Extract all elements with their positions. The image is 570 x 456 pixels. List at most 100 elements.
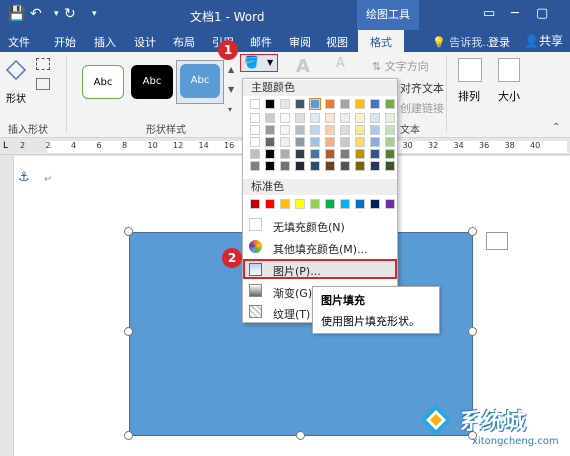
tab-layout[interactable]: 布局 [173,34,195,50]
maximize-icon[interactable]: ▢ [536,6,548,21]
resize-handle[interactable] [296,431,305,440]
tab-review[interactable]: 审阅 [289,34,311,50]
theme-color-swatch[interactable] [280,137,290,147]
theme-color-swatch[interactable] [385,113,395,123]
theme-color-swatch[interactable] [310,125,320,135]
theme-color-swatch[interactable] [325,113,335,123]
theme-color-swatch[interactable] [309,98,321,110]
theme-color-swatch[interactable] [310,113,320,123]
tab-design[interactable]: 设计 [134,34,156,50]
create-link-button[interactable]: 创建链接 [400,100,444,116]
theme-color-swatch[interactable] [370,99,380,109]
theme-color-swatch[interactable] [355,113,365,123]
shape-fill-button[interactable]: 🪣 ▼ [240,54,278,72]
collapse-ribbon-icon[interactable]: ⌃ [552,122,560,133]
theme-color-swatch[interactable] [325,137,335,147]
shape-style-white[interactable]: Abc [82,65,124,99]
minimize-icon[interactable]: ─ [511,6,519,21]
menu-item-no-fill[interactable]: 无填充颜色(N) [243,215,397,235]
theme-color-swatch[interactable] [370,149,380,159]
tab-mailings[interactable]: 邮件 [250,34,272,50]
theme-color-swatch[interactable] [355,99,365,109]
size-button-label[interactable]: 大小 [498,88,520,104]
theme-color-swatch[interactable] [325,161,335,171]
login-link[interactable]: 登录 [488,34,510,50]
standard-color-swatch[interactable] [310,199,320,209]
tell-me-search[interactable]: 💡 告诉我... [432,34,493,50]
theme-color-swatch[interactable] [340,137,350,147]
theme-color-swatch[interactable] [310,161,320,171]
tab-view[interactable]: 视图 [326,34,348,50]
ribbon-options-icon[interactable]: ▭ [483,6,495,21]
theme-color-swatch[interactable] [250,113,260,123]
theme-color-swatch[interactable] [250,99,260,109]
theme-color-swatch[interactable] [370,125,380,135]
shape-style-black[interactable]: Abc [131,65,173,99]
theme-color-swatch[interactable] [370,137,380,147]
menu-item-more-colors[interactable]: 其他填充颜色(M)... [243,237,397,257]
standard-color-swatch[interactable] [340,199,350,209]
standard-color-swatch[interactable] [370,199,380,209]
theme-color-swatch[interactable] [370,161,380,171]
tab-home[interactable]: 开始 [54,34,76,50]
text-box-icon[interactable] [36,78,50,90]
share-button[interactable]: 👤共享 [524,32,563,49]
theme-color-swatch[interactable] [385,99,395,109]
theme-color-swatch[interactable] [325,125,335,135]
theme-color-swatch[interactable] [325,99,335,109]
redo-icon[interactable]: ↻ [64,6,76,22]
theme-color-swatch[interactable] [250,161,260,171]
theme-color-swatch[interactable] [265,161,275,171]
shape-button-label[interactable]: 形状 [6,90,26,105]
tab-file[interactable]: 文件 [8,34,30,50]
theme-color-swatch[interactable] [325,149,335,159]
size-icon[interactable] [498,58,520,82]
theme-color-swatch[interactable] [280,99,290,109]
theme-color-swatch[interactable] [385,137,395,147]
theme-color-swatch[interactable] [250,149,260,159]
theme-color-swatch[interactable] [310,137,320,147]
theme-color-swatch[interactable] [265,137,275,147]
theme-color-swatch[interactable] [295,99,305,109]
customize-qat-icon[interactable]: ▾ [92,9,97,19]
theme-color-swatch[interactable] [250,125,260,135]
theme-color-swatch[interactable] [340,149,350,159]
theme-color-swatch[interactable] [340,113,350,123]
theme-color-swatch[interactable] [295,125,305,135]
theme-color-swatch[interactable] [370,113,380,123]
arrange-icon[interactable] [458,58,482,82]
wordart-outline-icon[interactable]: A [336,56,345,71]
theme-color-swatch[interactable] [295,161,305,171]
theme-color-swatch[interactable] [340,161,350,171]
tab-format[interactable]: 格式 [358,30,404,52]
theme-color-swatch[interactable] [355,125,365,135]
standard-color-swatch[interactable] [385,199,395,209]
align-text-button[interactable]: 对齐文本 [400,80,444,96]
theme-color-swatch[interactable] [355,149,365,159]
theme-color-swatch[interactable] [250,137,260,147]
theme-color-swatch[interactable] [265,125,275,135]
shape-style-blue[interactable]: Abc [180,64,220,98]
undo-icon[interactable]: ↶ [30,6,42,22]
theme-color-swatch[interactable] [385,149,395,159]
tab-insert[interactable]: 插入 [94,34,116,50]
tab-selector-icon[interactable]: L [3,141,8,151]
resize-handle[interactable] [468,227,477,236]
theme-color-swatch[interactable] [265,99,275,109]
standard-color-swatch[interactable] [355,199,365,209]
theme-color-swatch[interactable] [385,161,395,171]
theme-color-swatch[interactable] [355,137,365,147]
standard-color-swatch[interactable] [250,199,260,209]
layout-options-icon[interactable] [486,232,508,250]
save-icon[interactable]: 💾 [8,6,25,22]
vertical-ruler[interactable] [0,156,14,456]
theme-color-swatch[interactable] [295,137,305,147]
wordart-text-fill-icon[interactable]: A [296,56,310,77]
theme-color-swatch[interactable] [280,113,290,123]
edit-shape-icon[interactable] [36,58,50,70]
theme-color-swatch[interactable] [355,161,365,171]
resize-handle[interactable] [124,431,133,440]
theme-color-swatch[interactable] [295,149,305,159]
standard-color-swatch[interactable] [265,199,275,209]
theme-color-swatch[interactable] [385,125,395,135]
